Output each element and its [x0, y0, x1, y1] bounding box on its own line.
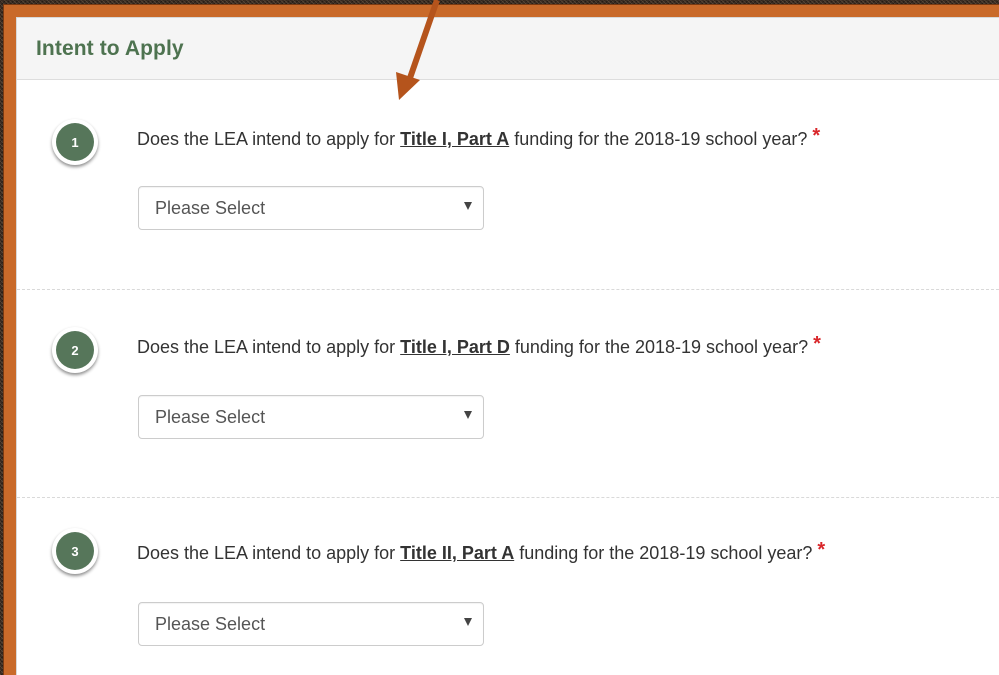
question-number: 2	[56, 331, 94, 369]
question-text: Does the LEA intend to apply for Title I…	[137, 539, 826, 565]
question-2: 2 Does the LEA intend to apply for Title…	[17, 289, 999, 497]
caret-down-icon	[464, 202, 472, 210]
question-3: 3 Does the LEA intend to apply for Title…	[17, 497, 999, 675]
program-name: Title II, Part A	[400, 543, 515, 563]
question-suffix: funding for the 2018-19 school year?	[514, 543, 818, 563]
select-value: Please Select	[155, 407, 266, 427]
question-number: 3	[56, 532, 94, 570]
question-number-badge: 2	[52, 327, 98, 373]
question-number: 1	[56, 123, 94, 161]
question-number-badge: 3	[52, 528, 98, 574]
question-text: Does the LEA intend to apply for Title I…	[137, 125, 821, 151]
intent-select[interactable]: Please Select	[138, 395, 484, 439]
question-prefix: Does the LEA intend to apply for	[137, 337, 401, 357]
panel-title: Intent to Apply	[36, 37, 184, 60]
intent-select[interactable]: Please Select	[138, 602, 484, 646]
select-value: Please Select	[155, 198, 266, 218]
required-asterisk: *	[817, 539, 826, 561]
program-name: Title I, Part D	[400, 337, 510, 357]
question-suffix: funding for the 2018-19 school year?	[509, 129, 813, 149]
question-text: Does the LEA intend to apply for Title I…	[137, 333, 821, 359]
caret-down-icon	[464, 411, 472, 419]
question-1: 1 Does the LEA intend to apply for Title…	[17, 80, 999, 289]
select-value: Please Select	[155, 614, 266, 634]
question-prefix: Does the LEA intend to apply for	[137, 543, 401, 563]
caret-down-icon	[464, 618, 472, 626]
panel-header: Intent to Apply	[17, 18, 999, 80]
question-suffix: funding for the 2018-19 school year?	[509, 337, 814, 357]
program-name: Title I, Part A	[400, 129, 510, 149]
question-number-badge: 1	[52, 119, 98, 165]
required-asterisk: *	[812, 125, 821, 147]
intent-to-apply-panel: Intent to Apply 1 Does the LEA intend to…	[16, 17, 999, 675]
question-prefix: Does the LEA intend to apply for	[137, 129, 401, 149]
intent-select[interactable]: Please Select	[138, 186, 484, 230]
required-asterisk: *	[813, 333, 821, 355]
